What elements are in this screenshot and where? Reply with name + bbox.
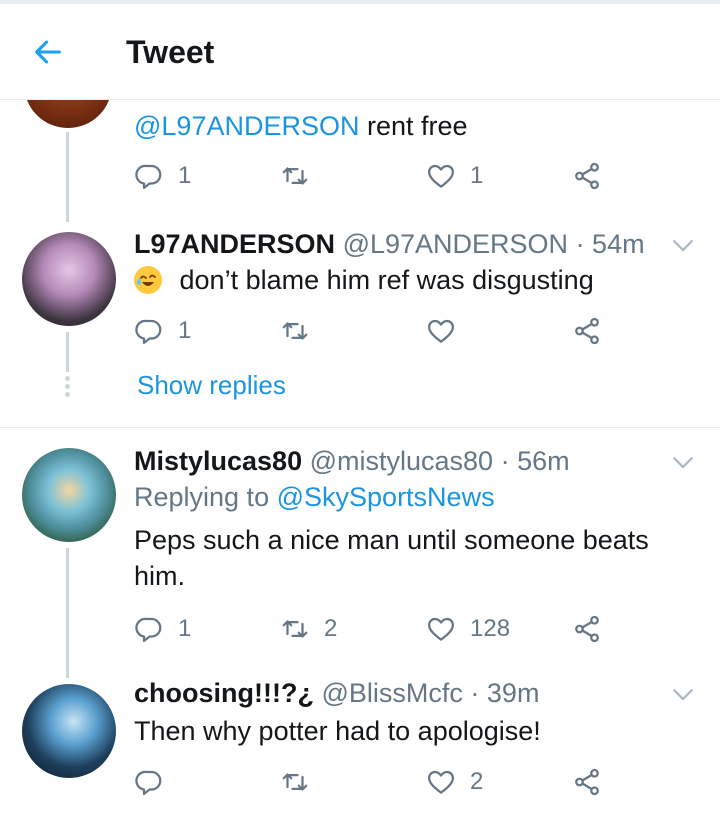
- reply-count: 1: [178, 162, 192, 189]
- share-icon: [572, 161, 602, 191]
- tweet-text: Peps such a nice man until someone beats…: [134, 525, 649, 591]
- like-button[interactable]: 1: [426, 158, 483, 194]
- tweet-text: @L97ANDERSON rent free: [134, 108, 468, 144]
- user-handle[interactable]: @L97ANDERSON: [343, 229, 568, 259]
- retweet-button[interactable]: [280, 313, 310, 349]
- show-replies-link[interactable]: Show replies: [137, 370, 286, 401]
- tweet-header: L97ANDERSON @L97ANDERSON · 54m: [134, 229, 645, 260]
- tweet-time: · 39m: [470, 678, 540, 708]
- laughing-emoji-icon: [134, 266, 162, 294]
- retweet-button[interactable]: [280, 764, 310, 800]
- retweet-icon: [280, 161, 310, 191]
- retweet-button[interactable]: [280, 158, 310, 194]
- tweet-time: · 56m: [500, 446, 570, 476]
- like-icon: [426, 767, 456, 797]
- chevron-down-icon[interactable]: [668, 447, 698, 477]
- share-icon: [572, 767, 602, 797]
- display-name[interactable]: Mistylucas80: [134, 446, 302, 476]
- tweet-header: Mistylucas80 @mistylucas80 · 56m: [134, 446, 570, 477]
- tweet-header: choosing!!!?¿ @BlissMcfc · 39m: [134, 678, 539, 709]
- page-title: Tweet: [126, 34, 215, 70]
- tweet-actions: 1 2 128: [134, 611, 614, 647]
- user-handle[interactable]: @BlissMcfc: [321, 678, 462, 708]
- avatar[interactable]: [22, 684, 116, 778]
- like-icon: [426, 614, 456, 644]
- like-button[interactable]: 2: [426, 764, 483, 800]
- user-handle[interactable]: @mistylucas80: [310, 446, 493, 476]
- chevron-down-icon[interactable]: [668, 230, 698, 260]
- reply-icon: [134, 161, 164, 191]
- share-icon: [572, 614, 602, 644]
- avatar[interactable]: [22, 448, 116, 542]
- reply-button[interactable]: [134, 764, 164, 800]
- tweet-actions: 2: [134, 764, 614, 800]
- reply-icon: [134, 767, 164, 797]
- tweet-actions: 1 1: [134, 158, 614, 194]
- divider: [0, 427, 720, 428]
- replying-to-label: Replying to: [134, 482, 270, 512]
- reply-button[interactable]: 1: [134, 313, 191, 349]
- thread-line: [66, 132, 69, 222]
- tweet-time: · 54m: [575, 229, 645, 259]
- tweet-text: don’t blame him ref was disgusting: [134, 262, 594, 298]
- tweet-actions: 1: [134, 313, 614, 349]
- retweet-icon: [280, 316, 310, 346]
- thread-line: [66, 548, 69, 678]
- share-button[interactable]: [572, 313, 602, 349]
- tweet-text: Then why potter had to apologise!: [134, 716, 541, 746]
- thread-line: [66, 332, 69, 372]
- share-button[interactable]: [572, 611, 602, 647]
- like-icon: [426, 316, 456, 346]
- retweet-count: 2: [324, 615, 338, 642]
- like-button[interactable]: 128: [426, 611, 510, 647]
- mention-link[interactable]: @L97ANDERSON: [134, 111, 359, 141]
- reply-button[interactable]: 1: [134, 611, 191, 647]
- like-count: 1: [470, 162, 484, 189]
- retweet-button[interactable]: 2: [280, 611, 337, 647]
- like-count: 2: [470, 768, 484, 795]
- avatar[interactable]: [22, 232, 116, 326]
- reply-button[interactable]: 1: [134, 158, 191, 194]
- reply-icon: [134, 316, 164, 346]
- like-icon: [426, 161, 456, 191]
- reply-count: 1: [178, 615, 192, 642]
- reply-count: 1: [178, 317, 192, 344]
- more-replies-dots: [64, 376, 71, 400]
- share-icon: [572, 316, 602, 346]
- retweet-icon: [280, 767, 310, 797]
- retweet-icon: [280, 614, 310, 644]
- like-button[interactable]: [426, 313, 456, 349]
- display-name[interactable]: L97ANDERSON: [134, 229, 335, 259]
- share-button[interactable]: [572, 158, 602, 194]
- back-button[interactable]: [28, 32, 68, 72]
- tweet-text-body: don’t blame him ref was disgusting: [179, 265, 594, 295]
- like-count: 128: [470, 615, 511, 642]
- replying-to-line: Replying to @SkySportsNews: [134, 482, 495, 513]
- display-name[interactable]: choosing!!!?¿: [134, 678, 314, 708]
- replying-to-mention[interactable]: @SkySportsNews: [277, 482, 495, 512]
- arrow-left-icon: [35, 40, 61, 64]
- share-button[interactable]: [572, 764, 602, 800]
- header-bar: Tweet: [0, 4, 720, 100]
- reply-icon: [134, 614, 164, 644]
- tweet-text-body: rent free: [367, 111, 468, 141]
- chevron-down-icon[interactable]: [668, 679, 698, 709]
